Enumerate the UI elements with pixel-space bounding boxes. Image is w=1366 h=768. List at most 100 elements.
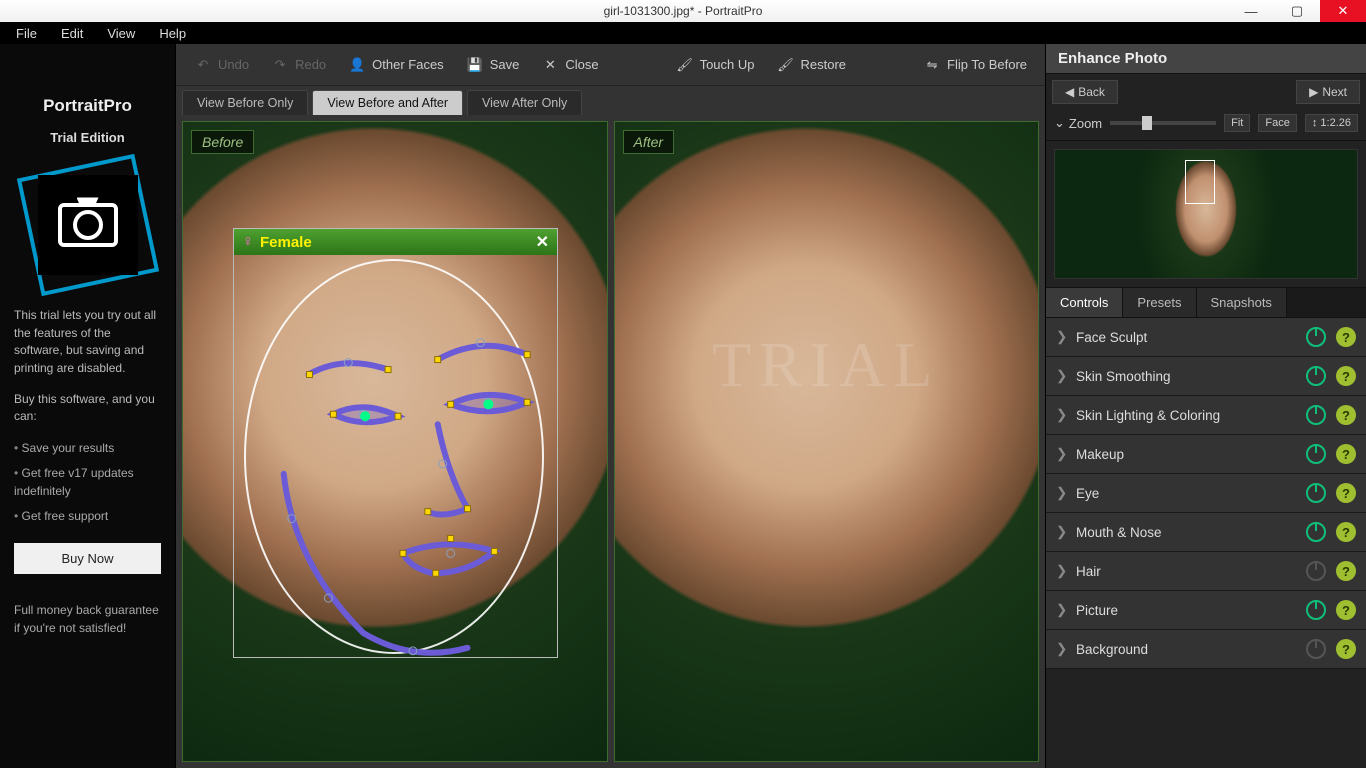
guarantee-text: Full money back guarantee if you're not … xyxy=(14,602,161,637)
help-icon[interactable]: ? xyxy=(1336,444,1356,464)
close-button[interactable]: ✕Close xyxy=(531,50,608,80)
help-icon[interactable]: ? xyxy=(1336,366,1356,386)
control-label: Eye xyxy=(1076,486,1306,501)
window-close-button[interactable]: ✕ xyxy=(1320,0,1366,22)
view-mode-tabs: View Before Only View Before and After V… xyxy=(176,86,1045,115)
help-icon[interactable]: ? xyxy=(1336,405,1356,425)
other-faces-button[interactable]: 👤Other Faces xyxy=(338,50,454,80)
power-toggle-icon[interactable] xyxy=(1306,327,1326,347)
zoom-ratio[interactable]: ↕ 1:2.26 xyxy=(1305,114,1358,132)
brush-icon: 🖌 xyxy=(676,56,694,74)
thumbnail-image xyxy=(1054,149,1358,279)
control-label: Mouth & Nose xyxy=(1076,525,1306,540)
control-label: Background xyxy=(1076,642,1306,657)
chevron-down-icon: ⌄ xyxy=(1054,115,1065,131)
power-toggle-icon[interactable] xyxy=(1306,366,1326,386)
power-toggle-icon[interactable] xyxy=(1306,522,1326,542)
restore-brush-icon: 🖌 xyxy=(777,56,795,74)
face-detection-box[interactable]: ♀ Female ✕ xyxy=(233,228,558,658)
window-titlebar: girl-1031300.jpg* - PortraitPro — ▢ ✕ xyxy=(0,0,1366,22)
thumbnail-navigator[interactable] xyxy=(1046,141,1366,288)
chevron-right-icon: ❯ xyxy=(1056,368,1068,384)
zoom-toggle[interactable]: ⌄Zoom xyxy=(1054,115,1102,131)
close-icon: ✕ xyxy=(541,56,559,74)
restore-button[interactable]: 🖌Restore xyxy=(767,50,857,80)
flip-icon: ⇋ xyxy=(923,56,941,74)
control-label: Picture xyxy=(1076,603,1306,618)
chevron-right-icon: ❯ xyxy=(1056,641,1068,657)
buy-prompt: Buy this software, and you can: xyxy=(14,391,161,426)
maximize-button[interactable]: ▢ xyxy=(1274,0,1320,22)
power-toggle-icon[interactable] xyxy=(1306,639,1326,659)
camera-icon xyxy=(58,203,118,247)
after-pane[interactable]: After TRIAL xyxy=(614,121,1040,762)
minimize-button[interactable]: — xyxy=(1228,0,1274,22)
buy-now-button[interactable]: Buy Now xyxy=(14,543,161,574)
trial-description: This trial lets you try out all the feat… xyxy=(14,307,161,377)
face-oval-outline xyxy=(244,259,544,654)
control-row[interactable]: ❯ Mouth & Nose? xyxy=(1046,513,1366,552)
control-label: Hair xyxy=(1076,564,1306,579)
zoom-slider[interactable] xyxy=(1110,121,1216,125)
redo-icon: ↷ xyxy=(271,56,289,74)
face-box-close-icon[interactable]: ✕ xyxy=(536,232,549,252)
tab-view-before-only[interactable]: View Before Only xyxy=(182,90,308,115)
before-pane[interactable]: Before ♀ Female ✕ xyxy=(182,121,608,762)
tab-view-after-only[interactable]: View After Only xyxy=(467,90,582,115)
tab-controls[interactable]: Controls xyxy=(1046,288,1123,317)
feature-bullet: Get free v17 updates indefinitely xyxy=(14,465,161,500)
help-icon[interactable]: ? xyxy=(1336,639,1356,659)
menu-view[interactable]: View xyxy=(95,23,147,44)
triangle-right-icon: ▶ xyxy=(1309,85,1318,99)
tab-view-before-and-after[interactable]: View Before and After xyxy=(312,90,463,115)
power-toggle-icon[interactable] xyxy=(1306,561,1326,581)
control-row[interactable]: ❯Eye? xyxy=(1046,474,1366,513)
power-toggle-icon[interactable] xyxy=(1306,444,1326,464)
back-button[interactable]: ◀Back xyxy=(1052,80,1118,104)
next-button[interactable]: ▶Next xyxy=(1296,80,1360,104)
control-row[interactable]: ❯Makeup? xyxy=(1046,435,1366,474)
face-box-header: ♀ Female ✕ xyxy=(234,229,557,255)
main-toolbar: ↶Undo ↷Redo 👤Other Faces 💾Save ✕Close 🖌T… xyxy=(176,44,1045,86)
power-toggle-icon[interactable] xyxy=(1306,405,1326,425)
menu-edit[interactable]: Edit xyxy=(49,23,95,44)
power-toggle-icon[interactable] xyxy=(1306,483,1326,503)
zoom-face-button[interactable]: Face xyxy=(1258,114,1296,132)
menu-help[interactable]: Help xyxy=(147,23,198,44)
help-icon[interactable]: ? xyxy=(1336,483,1356,503)
image-comparison-area: Before ♀ Female ✕ xyxy=(176,115,1045,768)
power-toggle-icon[interactable] xyxy=(1306,600,1326,620)
help-icon[interactable]: ? xyxy=(1336,600,1356,620)
control-label: Skin Smoothing xyxy=(1076,369,1306,384)
undo-button[interactable]: ↶Undo xyxy=(184,50,259,80)
tab-snapshots[interactable]: Snapshots xyxy=(1197,288,1287,317)
feature-bullet: Save your results xyxy=(14,440,161,457)
touch-up-button[interactable]: 🖌Touch Up xyxy=(666,50,765,80)
enhance-photo-header: Enhance Photo xyxy=(1046,44,1366,74)
redo-button[interactable]: ↷Redo xyxy=(261,50,336,80)
zoom-fit-button[interactable]: Fit xyxy=(1224,114,1250,132)
thumbnail-face-rect[interactable] xyxy=(1185,160,1215,204)
control-row[interactable]: ❯ Background? xyxy=(1046,630,1366,669)
tab-presets[interactable]: Presets xyxy=(1123,288,1196,317)
control-row[interactable]: ❯Picture? xyxy=(1046,591,1366,630)
control-row[interactable]: ❯Face Sculpt? xyxy=(1046,318,1366,357)
brand-title: PortraitPro xyxy=(14,94,161,119)
save-button[interactable]: 💾Save xyxy=(456,50,530,80)
control-row[interactable]: ❯Skin Lighting & Coloring? xyxy=(1046,396,1366,435)
help-icon[interactable]: ? xyxy=(1336,327,1356,347)
enhancement-controls-list: ❯Face Sculpt?❯Skin Smoothing?❯Skin Light… xyxy=(1046,318,1366,768)
flip-to-before-button[interactable]: ⇋Flip To Before xyxy=(913,50,1037,80)
menu-file[interactable]: File xyxy=(4,23,49,44)
chevron-right-icon: ❯ xyxy=(1056,524,1068,540)
control-label: Face Sculpt xyxy=(1076,330,1306,345)
chevron-right-icon: ❯ xyxy=(1056,563,1068,579)
save-icon: 💾 xyxy=(466,56,484,74)
person-plus-icon: 👤 xyxy=(348,56,366,74)
help-icon[interactable]: ? xyxy=(1336,561,1356,581)
control-row[interactable]: ❯ Skin Smoothing? xyxy=(1046,357,1366,396)
triangle-left-icon: ◀ xyxy=(1065,85,1074,99)
face-landmarks xyxy=(234,255,557,657)
help-icon[interactable]: ? xyxy=(1336,522,1356,542)
control-row[interactable]: ❯ Hair? xyxy=(1046,552,1366,591)
